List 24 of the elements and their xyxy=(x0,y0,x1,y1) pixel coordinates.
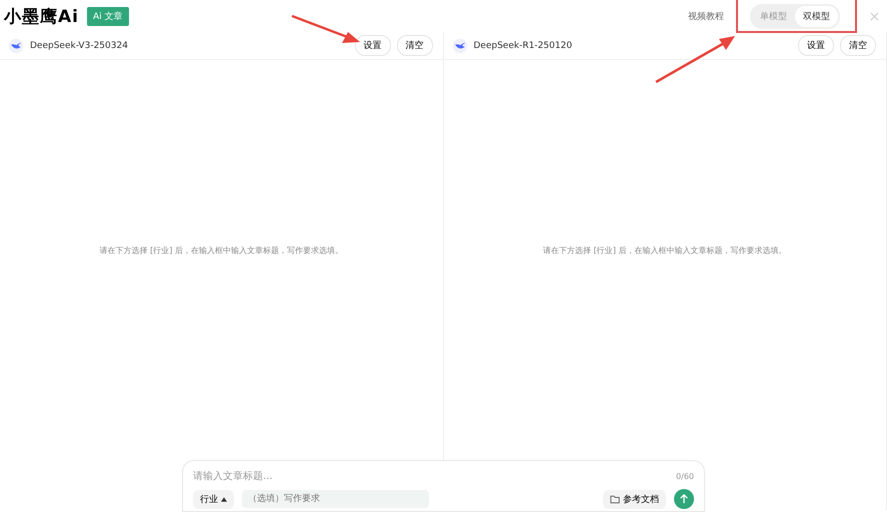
arrow-drawing xyxy=(292,14,360,43)
tutorial-link[interactable]: 视频教程 xyxy=(688,10,724,22)
panel-button[interactable]: 清空 xyxy=(840,35,876,56)
panel-button[interactable]: 清空 xyxy=(396,35,432,56)
hint-text: 请在下方选择 [行业] 后，在输入框中输入文章标题，写作要求选填。 xyxy=(543,244,786,256)
panel-button[interactable]: 设置 xyxy=(798,35,834,56)
character-counter: 0/60 xyxy=(676,472,694,480)
folder-icon xyxy=(610,494,620,504)
whale-icon xyxy=(452,38,468,54)
reference-document-button[interactable]: 参考文档 xyxy=(603,490,666,508)
panel-button[interactable]: 设置 xyxy=(354,35,390,56)
model-name: DeepSeek-R1-250120 xyxy=(474,40,572,50)
arrow-up-icon xyxy=(679,494,689,504)
mode-option[interactable]: 双模型 xyxy=(795,6,838,26)
app-logo: 小墨鹰Ai xyxy=(4,6,79,28)
hint-text: 请在下方选择 [行业] 后，在输入框中输入文章标题，写作要求选填。 xyxy=(100,244,343,256)
model-name: DeepSeek-V3-250324 xyxy=(30,40,128,50)
section-badge: Ai 文章 xyxy=(86,6,129,26)
close-icon[interactable] xyxy=(870,12,879,20)
industry-dropdown[interactable]: 行业 xyxy=(193,490,234,508)
caret-icon xyxy=(221,496,227,502)
whale-icon xyxy=(8,38,24,54)
send-button[interactable] xyxy=(674,489,694,509)
requirements-input[interactable]: （选填）写作要求 xyxy=(242,490,429,508)
